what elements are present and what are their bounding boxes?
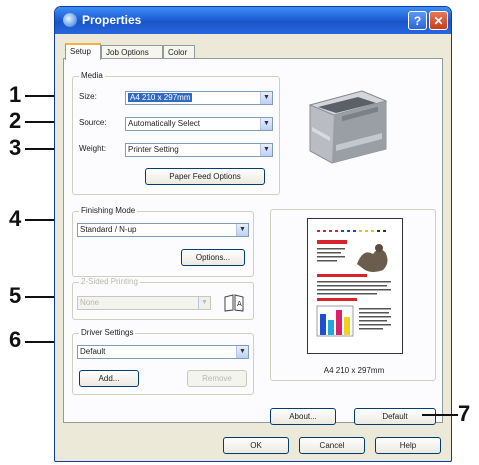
help-title-button[interactable]: ? — [408, 11, 427, 30]
booklet-icon[interactable]: A — [223, 294, 245, 312]
finishing-mode-label: Finishing Mode — [79, 206, 138, 215]
callout-5: 5 — [9, 283, 22, 308]
tab-color[interactable]: Color — [163, 45, 195, 59]
tab-setup[interactable]: Setup — [65, 43, 101, 60]
remove-button[interactable]: Remove — [187, 370, 247, 387]
paper-preview-image — [307, 218, 403, 354]
chevron-down-icon: ▼ — [260, 92, 272, 104]
callout-3: 3 — [9, 135, 22, 160]
source-select[interactable]: Automatically Select ▼ — [125, 117, 273, 131]
media-group: Media Size: A4 210 x 297mm ▼ Source: Aut… — [72, 71, 280, 195]
callout-6: 6 — [9, 327, 22, 352]
finishing-mode-group: Finishing Mode Standard / N-up ▼ Options… — [72, 206, 254, 277]
ok-button[interactable]: OK — [223, 437, 289, 454]
chevron-down-icon: ▼ — [198, 297, 210, 309]
finishing-mode-value: Standard / N-up — [80, 225, 137, 234]
two-sided-group: 2-Sided Printing None ▼ A — [72, 277, 254, 320]
driver-settings-value: Default — [80, 347, 106, 356]
window-title: Properties — [82, 13, 142, 27]
size-select[interactable]: A4 210 x 297mm ▼ — [125, 91, 273, 105]
properties-dialog: Properties ? ✕ Setup Job Options Color M… — [54, 6, 452, 462]
two-sided-select[interactable]: None ▼ — [77, 296, 211, 310]
chevron-down-icon: ▼ — [260, 144, 272, 156]
title-bar[interactable]: Properties ? ✕ — [55, 7, 451, 34]
cancel-button[interactable]: Cancel — [299, 437, 365, 454]
size-label: Size: — [79, 92, 97, 101]
weight-label: Weight: — [79, 144, 106, 153]
help-button[interactable]: Help — [375, 437, 441, 454]
callout-7-line — [422, 414, 458, 416]
finishing-options-button[interactable]: Options... — [181, 249, 245, 266]
source-label: Source: — [79, 118, 107, 127]
media-group-label: Media — [79, 71, 105, 80]
chevron-down-icon: ▼ — [236, 346, 248, 358]
about-button[interactable]: About... — [270, 408, 336, 425]
weight-select[interactable]: Printer Setting ▼ — [125, 143, 273, 157]
finishing-mode-select[interactable]: Standard / N-up ▼ — [77, 223, 249, 237]
chevron-down-icon: ▼ — [260, 118, 272, 130]
add-button[interactable]: Add... — [79, 370, 139, 387]
paper-caption: A4 210 x 297mm — [323, 366, 385, 375]
setup-panel: Media Size: A4 210 x 297mm ▼ Source: Aut… — [63, 58, 443, 425]
printer-image — [308, 90, 388, 164]
size-value: A4 210 x 297mm — [128, 93, 193, 102]
callout-4: 4 — [9, 206, 22, 231]
paper-feed-options-button[interactable]: Paper Feed Options — [145, 168, 265, 185]
weight-value: Printer Setting — [128, 145, 179, 154]
driver-settings-label: Driver Settings — [79, 328, 136, 337]
tab-job-options[interactable]: Job Options — [101, 45, 163, 59]
svg-text:A: A — [237, 300, 242, 308]
properties-icon — [63, 13, 77, 27]
driver-settings-select[interactable]: Default ▼ — [77, 345, 249, 359]
callout-2: 2 — [9, 108, 22, 133]
driver-settings-group: Driver Settings Default ▼ Add... Remove — [72, 328, 254, 395]
source-value: Automatically Select — [128, 119, 201, 128]
two-sided-value: None — [80, 298, 100, 307]
chevron-down-icon: ▼ — [236, 224, 248, 236]
callout-1: 1 — [9, 82, 22, 107]
two-sided-label: 2-Sided Printing — [79, 277, 140, 286]
default-button[interactable]: Default — [354, 408, 436, 425]
callout-7: 7 — [458, 401, 471, 426]
close-icon[interactable]: ✕ — [429, 11, 448, 30]
paper-preview-group: A4 210 x 297mm — [270, 209, 436, 381]
